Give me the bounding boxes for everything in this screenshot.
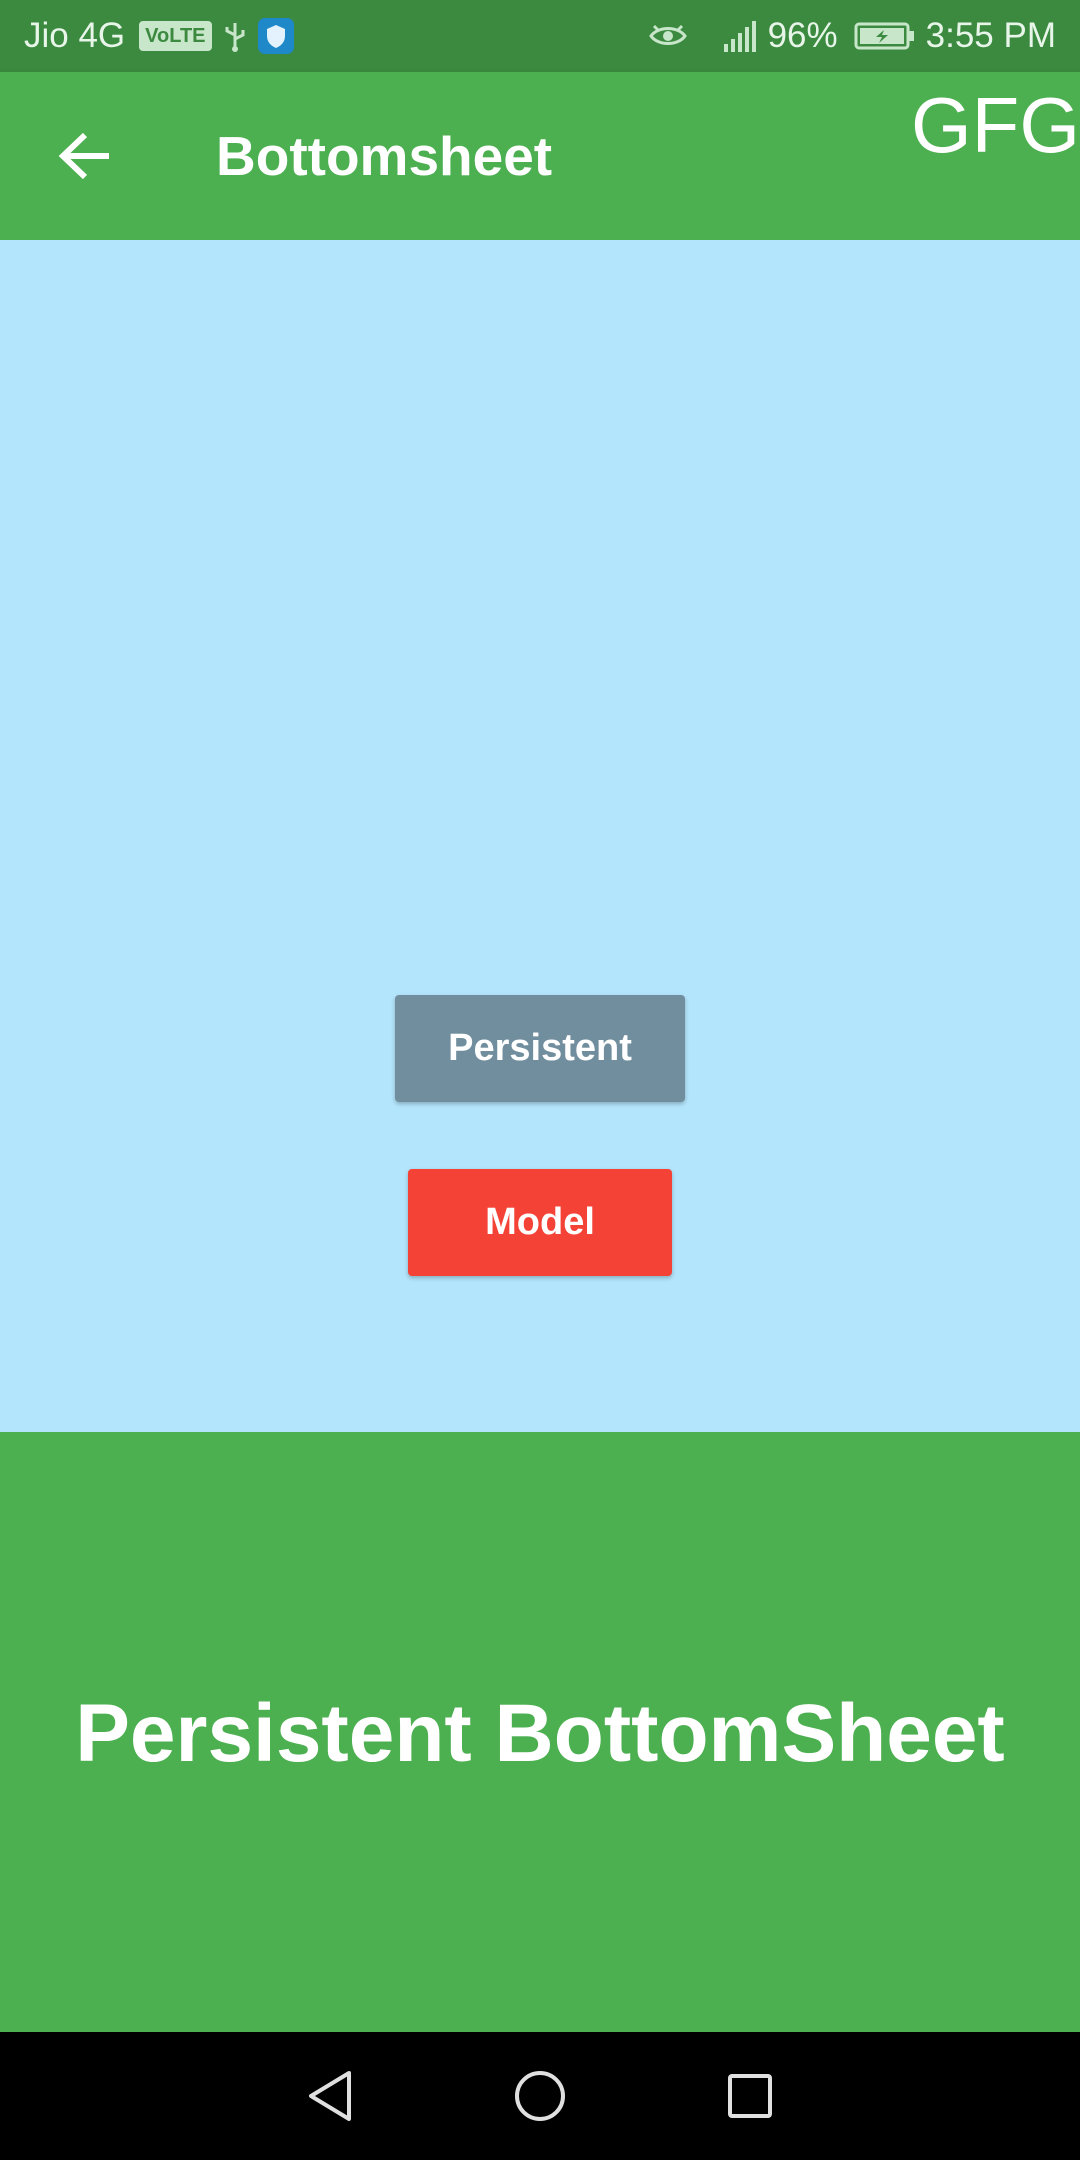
signal-icon — [722, 20, 758, 52]
app-bar: Bottomsheet GFG — [0, 72, 1080, 240]
nav-recents-icon — [728, 2074, 772, 2118]
persistent-button[interactable]: Persistent — [395, 995, 685, 1102]
nav-home-icon — [515, 2071, 565, 2121]
clock: 3:55 PM — [925, 16, 1056, 55]
status-bar: Jio 4G VoLTE 96% 3:55 PM — [0, 0, 1080, 72]
persistent-bottom-sheet: Persistent BottomSheet — [0, 1432, 1080, 2032]
brand-label: GFG — [911, 81, 1080, 169]
nav-recents-button[interactable] — [720, 2066, 780, 2126]
carrier-label: Jio 4G — [24, 16, 126, 55]
page-title: Bottomsheet — [216, 125, 553, 187]
main-content: Persistent Model — [0, 240, 1080, 1432]
shield-icon — [257, 18, 294, 54]
battery-icon — [854, 21, 916, 51]
status-bar-left: Jio 4G VoLTE — [24, 16, 294, 56]
back-button[interactable] — [50, 124, 120, 188]
battery-percent: 96% — [767, 16, 838, 55]
nav-back-button[interactable] — [300, 2066, 360, 2126]
volte-badge: VoLTE — [139, 21, 212, 51]
nav-home-button[interactable] — [510, 2066, 570, 2126]
nav-back-icon — [309, 2071, 351, 2121]
model-button[interactable]: Model — [408, 1169, 672, 1276]
bottom-sheet-text: Persistent BottomSheet — [75, 1688, 1005, 1779]
back-arrow-icon — [58, 132, 109, 180]
eye-icon — [648, 21, 688, 51]
status-bar-right: 96% 3:55 PM — [648, 16, 1056, 56]
system-nav-bar — [0, 2032, 1080, 2160]
usb-icon — [222, 19, 248, 53]
